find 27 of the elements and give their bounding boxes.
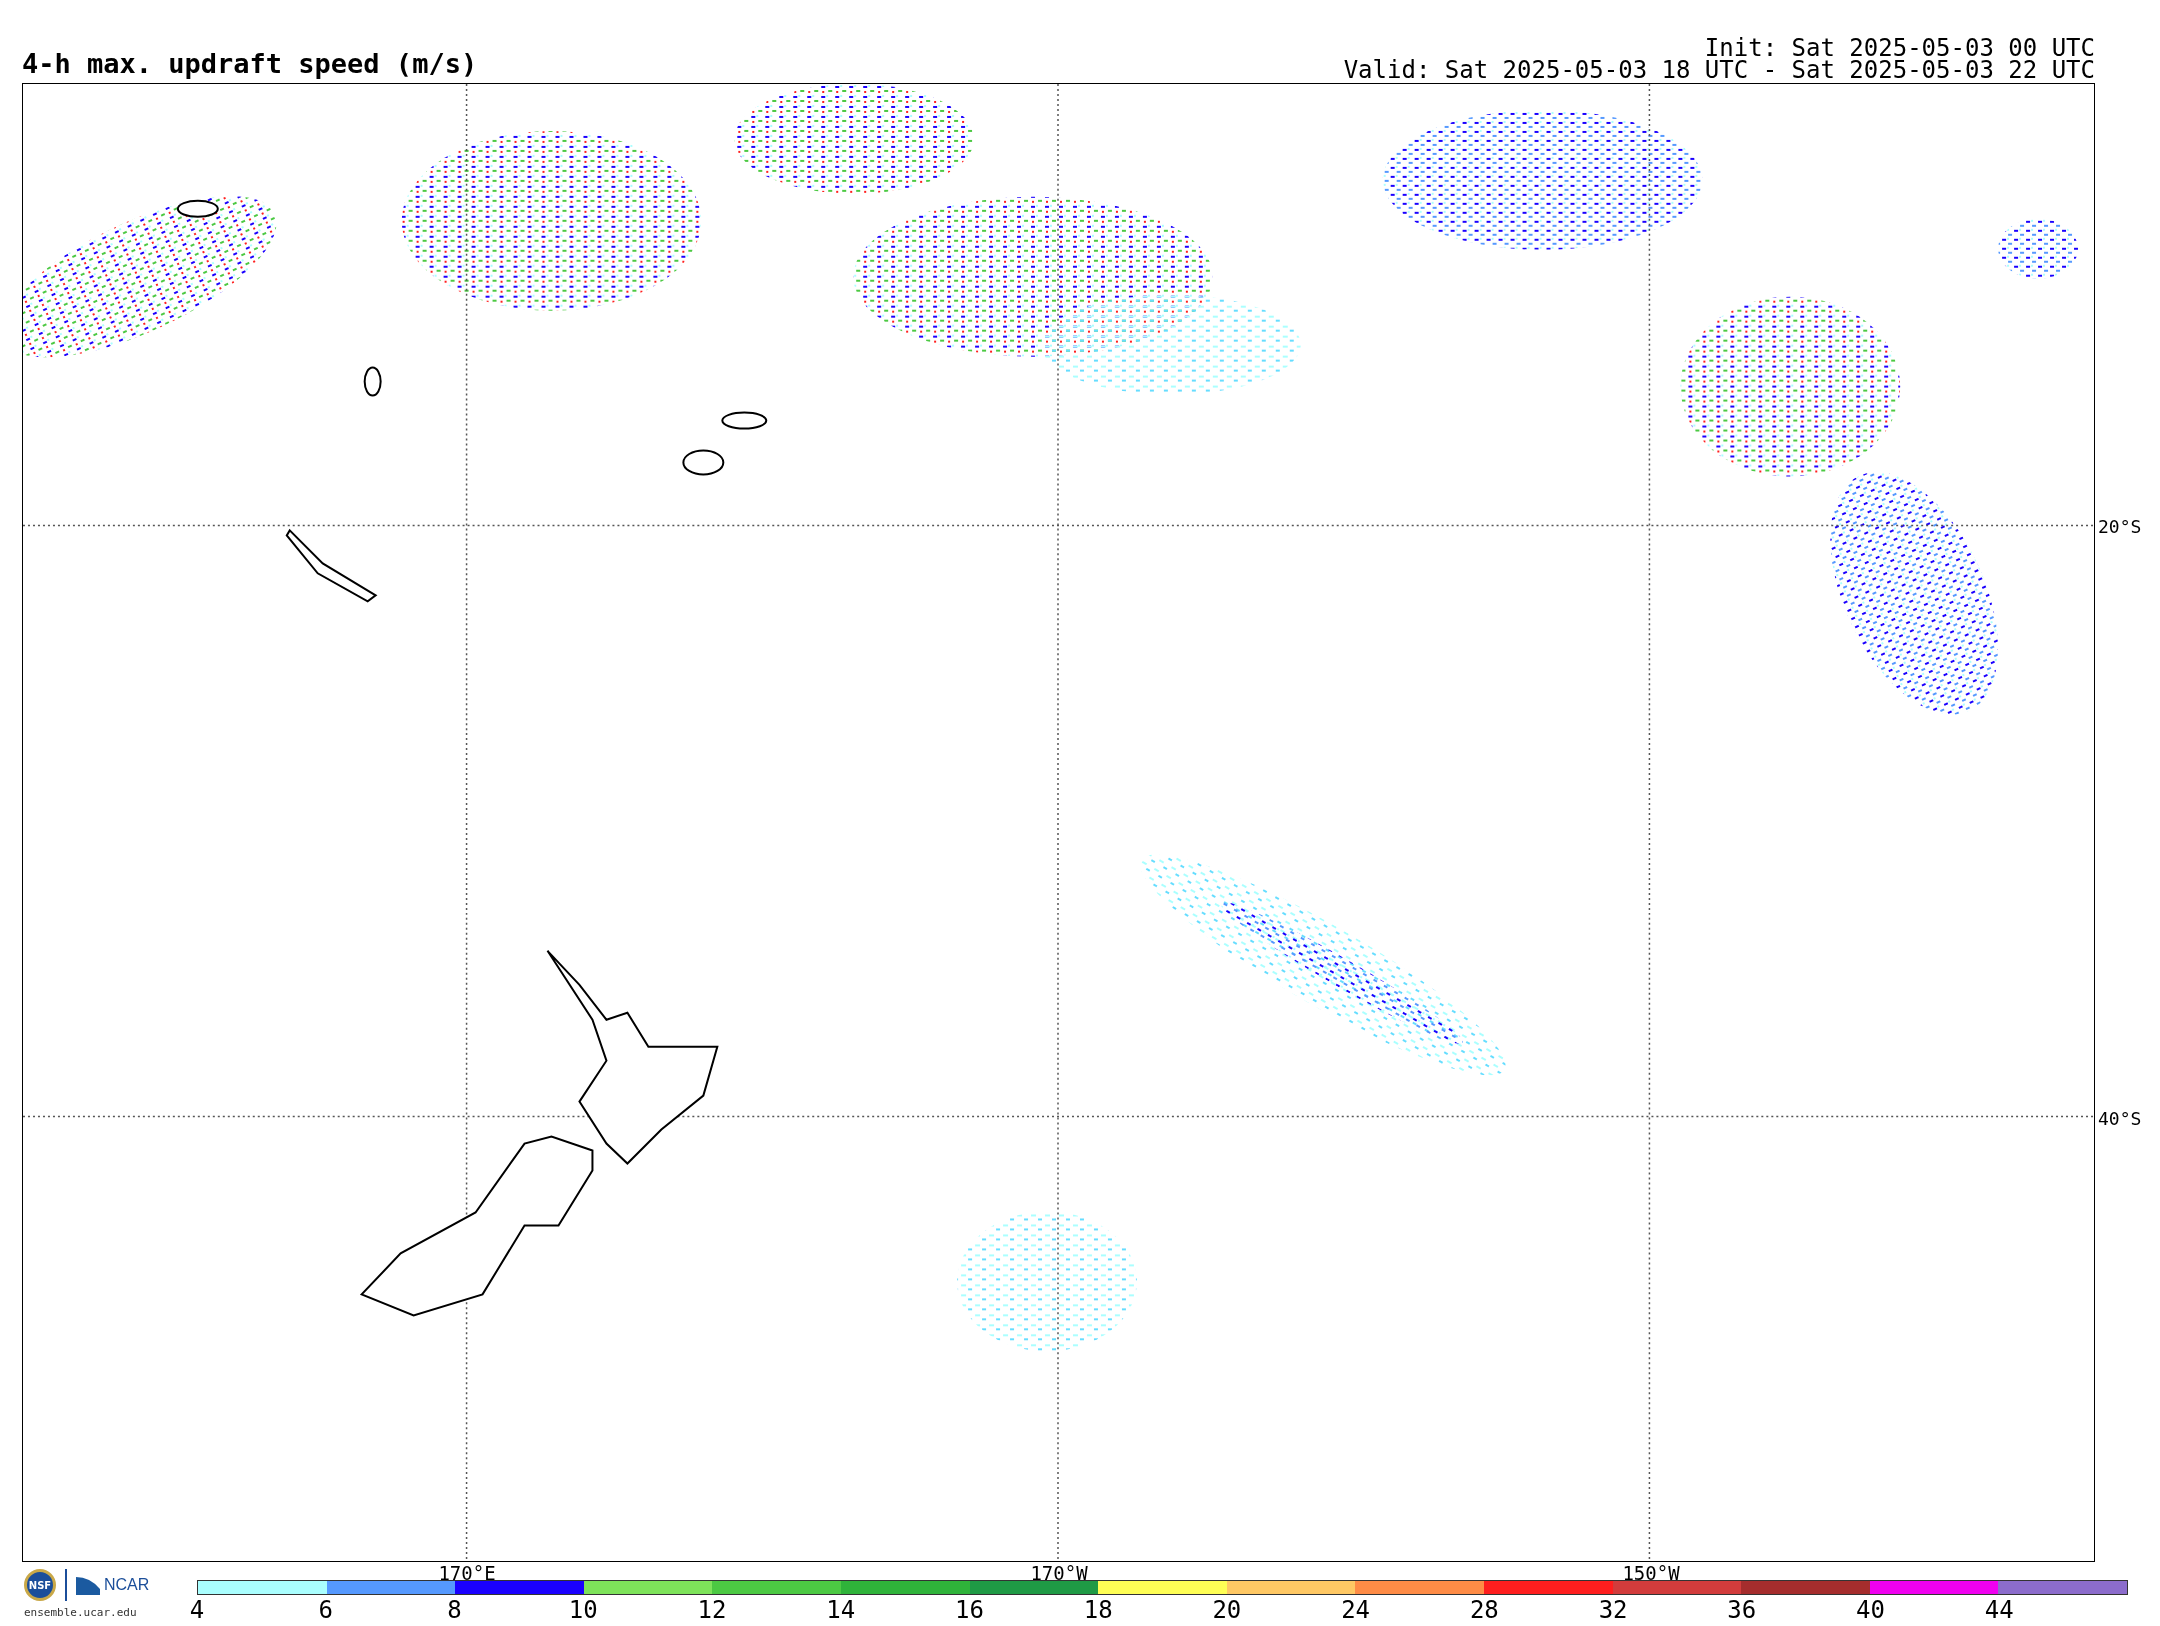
colorbar-tick-label: 16 bbox=[954, 1597, 984, 1623]
colorbar-tick-label: 6 bbox=[318, 1597, 333, 1623]
colorbar-tick-label: 20 bbox=[1212, 1597, 1242, 1623]
colorbar-tick-label: 28 bbox=[1469, 1597, 1499, 1623]
colorbar-tick-label: 18 bbox=[1083, 1597, 1113, 1623]
colorbar-tick-label: 4 bbox=[189, 1597, 205, 1623]
colorbar-tick-label: 8 bbox=[447, 1597, 462, 1623]
colorbar-tick-label: 40 bbox=[1856, 1597, 1885, 1623]
longitude-label: 170°E bbox=[438, 1564, 496, 1583]
swoosh-icon bbox=[76, 1575, 100, 1595]
longitude-label: 150°W bbox=[1622, 1564, 1680, 1583]
latitude-label: 20°S bbox=[2097, 516, 2142, 537]
init-time: Init: Sat 2025-05-03 00 UTC bbox=[1704, 37, 2095, 59]
colorbar-tick-label: 44 bbox=[1984, 1597, 2014, 1623]
colorbar-tick-label: 12 bbox=[697, 1597, 727, 1623]
nsf-logo: NSF bbox=[24, 1569, 56, 1601]
longitude-label: 170°W bbox=[1030, 1564, 1088, 1583]
ncar-logo: NCAR bbox=[104, 1576, 150, 1594]
colorbar-tick-label: 10 bbox=[568, 1597, 598, 1623]
colorbar-tick-label: 24 bbox=[1341, 1597, 1371, 1623]
site-url: ensemble.ucar.edu bbox=[24, 1606, 137, 1619]
valid-time: Valid: Sat 2025-05-03 18 UTC - Sat 2025-05-03 22 UTC bbox=[1343, 59, 2095, 81]
colorbar-tick-label: 32 bbox=[1598, 1597, 1628, 1623]
colorbar-tick-label: 36 bbox=[1727, 1597, 1757, 1623]
chart-title: 4-h max. updraft speed (m/s) bbox=[22, 48, 478, 81]
latitude-label: 40°S bbox=[2097, 1108, 2142, 1129]
colorbar-tick-label: 14 bbox=[826, 1597, 856, 1623]
